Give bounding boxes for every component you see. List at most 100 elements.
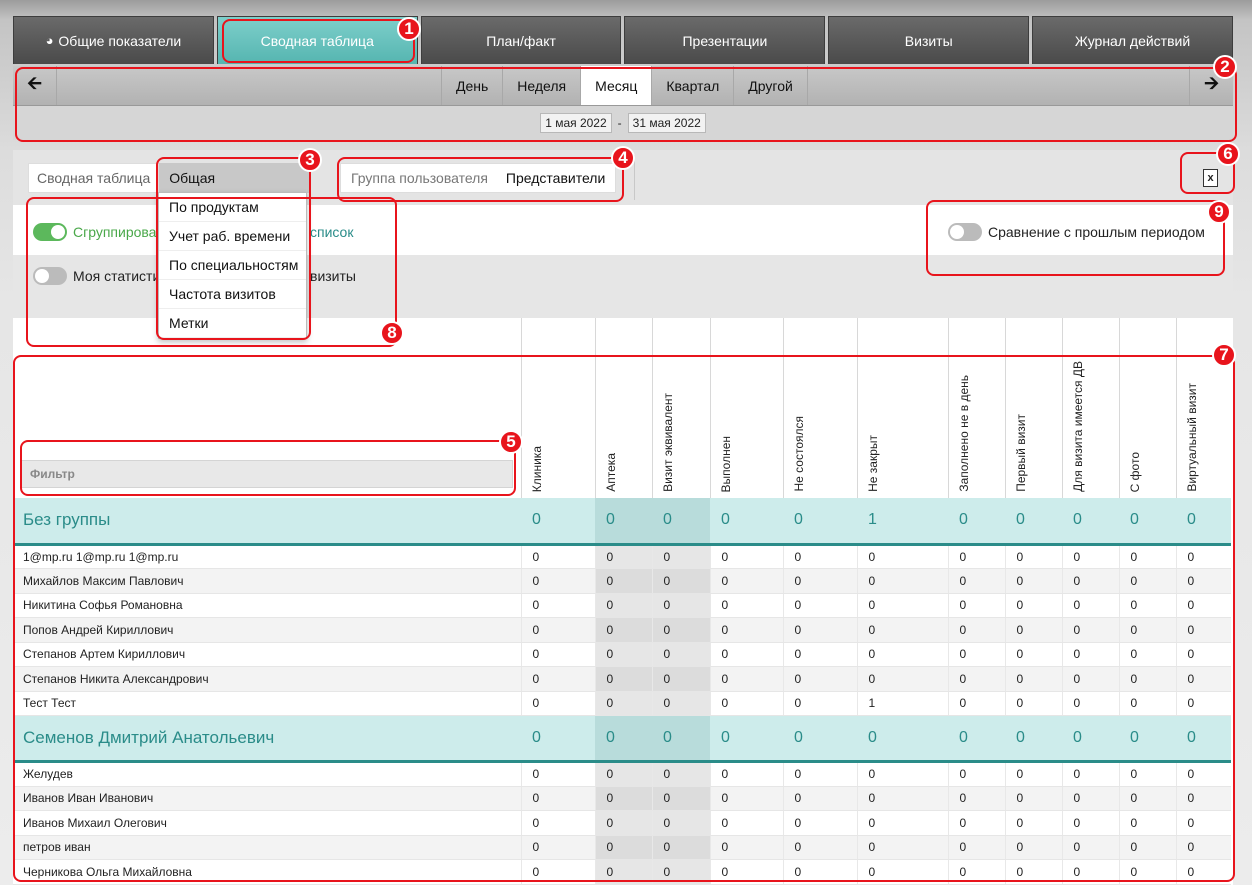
group-total-cell: 0 [652, 498, 710, 546]
column-header-label: Для визита имеется ДВ [1070, 361, 1085, 492]
table-row[interactable]: Иванов Иван Иванович 0 0 0 0 0 0 0 0 0 0 0 [13, 786, 1231, 811]
table-row[interactable]: Никитина Софья Романовна 0 0 0 0 0 0 0 0 0 0 0 [13, 593, 1231, 618]
table-row[interactable]: Желудев 0 0 0 0 0 0 0 0 0 0 0 [13, 761, 1231, 787]
table-row[interactable]: Степанов Артем Кириллович 0 0 0 0 0 0 0 0 0 0 0 [13, 642, 1231, 667]
period-tab-day[interactable]: День [441, 66, 502, 105]
date-to[interactable]: 31 мая 2022 [627, 113, 706, 133]
table-cell: 0 [1175, 835, 1231, 860]
table-cell: 0 [782, 666, 857, 692]
group-row[interactable]: Семенов Дмитрий Анатольевич 0 0 0 0 0 0 0 0 0 0 0 [13, 715, 1231, 763]
table-cell: 0 [1118, 810, 1176, 836]
table-cell: 0 [520, 666, 595, 692]
table-type-select: Сводная таблица Общая [28, 163, 312, 193]
table-cell: 0 [1118, 617, 1176, 643]
table-row[interactable]: Тест Тест 0 0 0 0 0 1 0 0 0 0 0 [13, 691, 1231, 716]
table-cell: 0 [856, 810, 948, 836]
filter-input[interactable]: Фильтр [21, 460, 513, 488]
column-header: Клиника [520, 318, 595, 498]
table-cell: 0 [1175, 859, 1231, 885]
dropdown-item[interactable]: Метки [159, 309, 306, 338]
table-row[interactable]: 1@mp.ru 1@mp.ru 1@mp.ru 0 0 0 0 0 0 0 0 0 0 0 [13, 544, 1231, 569]
table-cell: 0 [651, 810, 710, 836]
tab-summary-table[interactable]: Сводная таблица [216, 16, 418, 64]
table-cell: 0 [594, 810, 652, 836]
tab-overview[interactable]: ◕ Общие показатели [13, 16, 214, 64]
table-cell: 0 [651, 691, 710, 716]
group-row[interactable]: Без группы 0 0 0 0 0 1 0 0 0 0 0 [13, 498, 1231, 546]
period-tab-quarter[interactable]: Квартал [651, 66, 733, 105]
table-cell: 0 [947, 859, 1005, 885]
annotation-badge: 1 [397, 17, 421, 41]
tab-visits[interactable]: Визиты [828, 16, 1030, 64]
table-cell: 0 [1061, 642, 1119, 667]
group-total-cell: 0 [783, 498, 857, 546]
table-cell: 0 [1175, 810, 1231, 836]
annotation-badge: 9 [1207, 200, 1231, 224]
table-cell: 0 [594, 859, 652, 885]
table-row[interactable]: петров иван 0 0 0 0 0 0 0 0 0 0 0 [13, 835, 1231, 860]
table-cell: 0 [947, 568, 1005, 594]
table-row[interactable]: Черникова Ольга Михайловна 0 0 0 0 0 0 0 0 0 0 0 [13, 859, 1231, 885]
dropdown-item[interactable]: По специальностям [159, 251, 306, 280]
summary-table: Фильтр Клиника Аптека Визит эквивалент Выпо… [13, 318, 1233, 885]
period-tab-month[interactable]: Месяц [580, 66, 652, 105]
annotation-badge: 5 [499, 430, 523, 454]
group-total-cell: 0 [857, 715, 948, 763]
group-total-cell: 0 [1176, 498, 1231, 546]
table-cell: 0 [1061, 544, 1119, 569]
tab-label: Визиты [904, 32, 953, 49]
grouped-toggle[interactable] [33, 223, 67, 241]
dropdown-item[interactable]: Частота визитов [159, 280, 306, 309]
table-row[interactable]: Степанов Никита Александрович 0 0 0 0 0 0 0 0 0 0 0 [13, 666, 1231, 692]
tab-action-log[interactable]: Журнал действий [1032, 16, 1233, 64]
table-cell: 0 [856, 593, 948, 618]
table-cell: 0 [1175, 593, 1231, 618]
my-stats-toggle[interactable] [33, 267, 67, 285]
table-cell: 0 [1118, 544, 1176, 569]
table-cell: 0 [651, 568, 710, 594]
tab-presentations[interactable]: Презентации [624, 16, 826, 64]
table-cell: 0 [594, 617, 652, 643]
table-cell: 0 [1004, 761, 1062, 787]
table-row[interactable]: Михайлов Максим Павлович 0 0 0 0 0 0 0 0 0 0 0 [13, 568, 1231, 594]
table-cell: 0 [1118, 642, 1176, 667]
column-header: Для визита имеется ДВ [1061, 318, 1119, 498]
table-cell: 0 [1175, 617, 1231, 643]
compare-toggle[interactable] [948, 223, 982, 241]
table-cell: 0 [520, 835, 595, 860]
main-tabs: ◕ Общие показатели Сводная таблица План/… [13, 16, 1233, 64]
table-cell: 0 [856, 786, 948, 811]
table-row[interactable]: Иванов Михаил Олегович 0 0 0 0 0 0 0 0 0 0 0 [13, 810, 1231, 836]
row-name: Иванов Иван Иванович [13, 786, 521, 811]
group-total-cell: 0 [1062, 498, 1119, 546]
period-tab-week[interactable]: Неделя [502, 66, 580, 105]
column-header-label: Не закрыт [865, 435, 880, 492]
table-type-value[interactable]: Общая [159, 163, 312, 193]
annotation-badge: 7 [1212, 343, 1236, 367]
table-cell: 0 [520, 786, 595, 811]
group-total-cell: 0 [710, 498, 783, 546]
user-group-value[interactable]: Представители [498, 170, 615, 186]
excel-export-icon[interactable]: x [1203, 169, 1218, 187]
table-cell: 1 [856, 691, 948, 716]
arrow-left-icon[interactable]: 🡨 [13, 66, 57, 105]
table-cell: 0 [651, 544, 710, 569]
tab-plan-fact[interactable]: План/факт [420, 16, 622, 64]
group-total-cell: 0 [1062, 715, 1119, 763]
table-row[interactable]: Попов Андрей Кириллович 0 0 0 0 0 0 0 0 0 0 0 [13, 617, 1231, 643]
column-header: С фото [1118, 318, 1176, 498]
column-header: Не состоялся [782, 318, 857, 498]
group-total-cell: 0 [1119, 498, 1176, 546]
row-name: Тест Тест [13, 691, 521, 716]
dropdown-item[interactable]: По продуктам [159, 193, 306, 222]
table-cell: 0 [1004, 544, 1062, 569]
period-tab-other[interactable]: Другой [733, 66, 808, 105]
table-cell: 0 [947, 786, 1005, 811]
date-range: 1 мая 2022 - 31 мая 2022 [13, 106, 1233, 140]
table-cell: 0 [709, 666, 783, 692]
table-cell: 0 [520, 761, 595, 787]
column-header: Не закрыт [856, 318, 948, 498]
date-from[interactable]: 1 мая 2022 [540, 113, 612, 133]
table-cell: 0 [782, 810, 857, 836]
dropdown-item[interactable]: Учет раб. времени [159, 222, 306, 251]
